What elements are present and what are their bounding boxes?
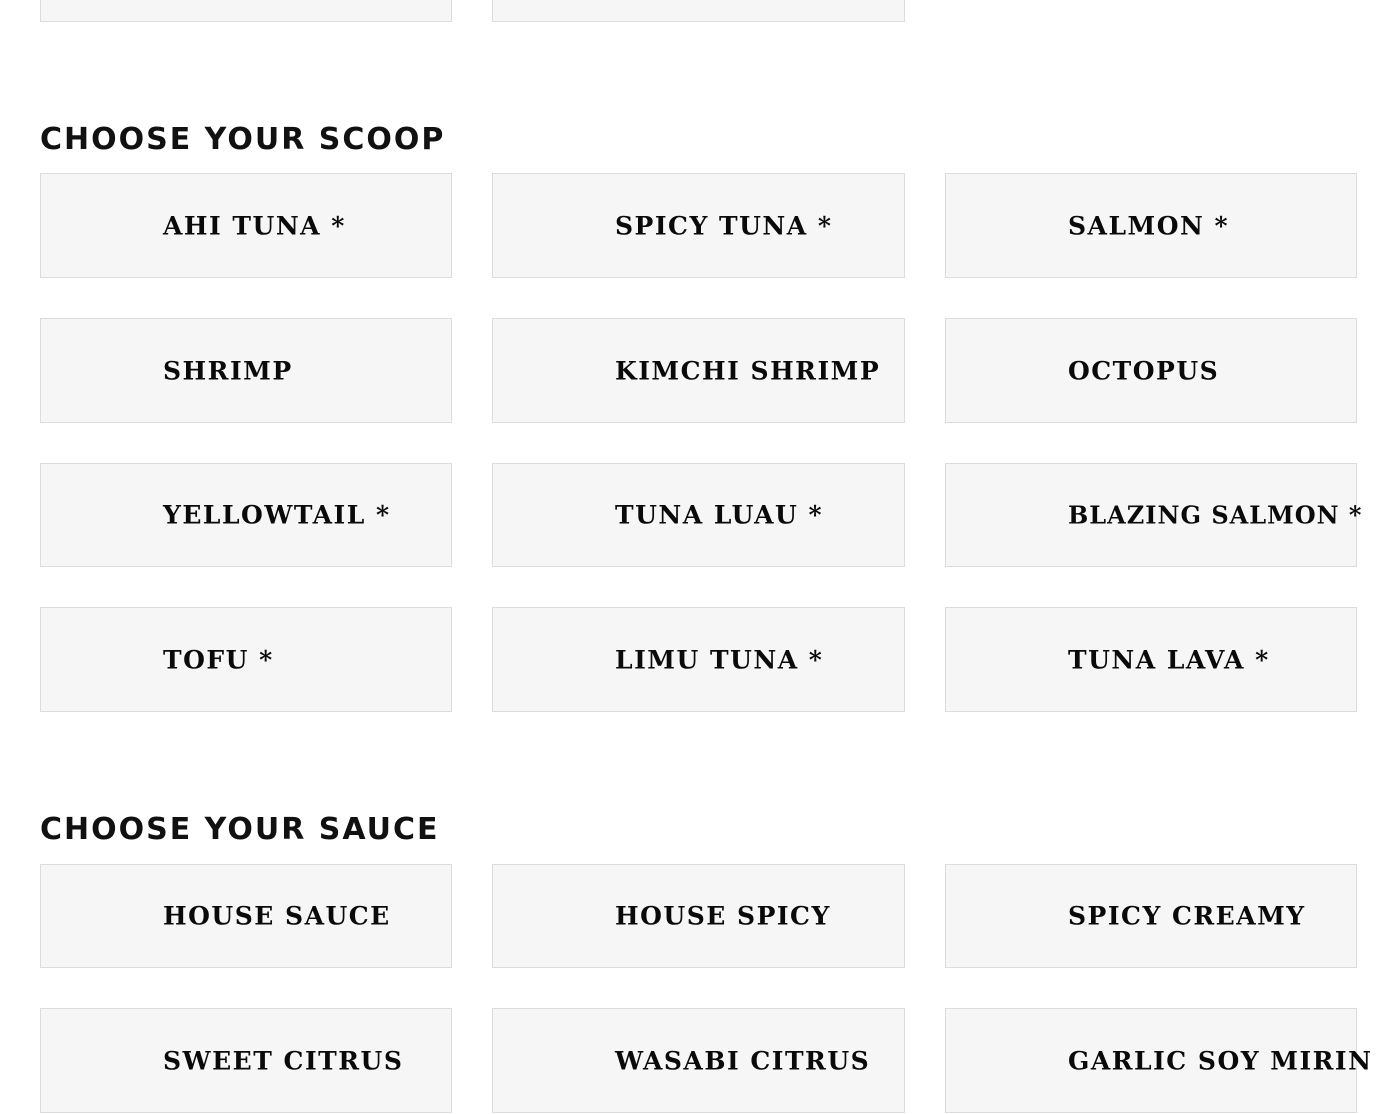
sauce-option-house-spicy[interactable]: HOUSE SPICY bbox=[492, 864, 905, 968]
scoop-option-yellowtail[interactable]: YELLOWTAIL * bbox=[40, 463, 452, 567]
sauce-option-garlic-soy-mirin[interactable]: GARLIC SOY MIRIN bbox=[945, 1008, 1371, 1113]
option-label: BLAZING SALMON * bbox=[1068, 500, 1363, 530]
option-label: SPICY TUNA * bbox=[615, 211, 833, 240]
scoop-option-tuna-luau[interactable]: TUNA LUAU * bbox=[492, 463, 905, 567]
option-label: AHI TUNA * bbox=[163, 211, 346, 240]
option-label: SWEET CITRUS bbox=[163, 1046, 404, 1075]
scoop-option-shrimp[interactable]: SHRIMP bbox=[40, 318, 452, 423]
option-label: TOFU * bbox=[163, 645, 274, 674]
option-label: HOUSE SPICY bbox=[615, 901, 831, 931]
option-label: WASABI CITRUS bbox=[615, 1046, 871, 1075]
sauce-option-sweet-citrus[interactable]: SWEET CITRUS bbox=[40, 1008, 452, 1113]
scoop-section-title: CHOOSE YOUR SCOOP bbox=[40, 122, 446, 157]
scoop-option-limu-tuna[interactable]: LIMU TUNA * bbox=[492, 607, 905, 712]
option-label: TUNA LUAU * bbox=[615, 500, 824, 530]
scoop-option-kimchi-shrimp[interactable]: KIMCHI SHRIMP bbox=[492, 318, 905, 423]
option-label: KIMCHI SHRIMP bbox=[615, 356, 881, 385]
option-label: SALMON * bbox=[1068, 211, 1230, 240]
scoop-option-spicy-tuna[interactable]: SPICY TUNA * bbox=[492, 173, 905, 278]
previous-section-option-card[interactable] bbox=[492, 0, 905, 22]
scoop-option-blazing-salmon[interactable]: BLAZING SALMON * bbox=[945, 463, 1361, 567]
option-label: SHRIMP bbox=[163, 356, 293, 385]
scoop-option-octopus[interactable]: OCTOPUS bbox=[945, 318, 1357, 423]
sauce-section-title: CHOOSE YOUR SAUCE bbox=[40, 812, 440, 847]
option-label: HOUSE SAUCE bbox=[163, 901, 391, 931]
option-label: GARLIC SOY MIRIN bbox=[1068, 1046, 1373, 1075]
option-label: YELLOWTAIL * bbox=[163, 500, 391, 530]
option-label: OCTOPUS bbox=[1068, 356, 1220, 385]
previous-section-option-card[interactable] bbox=[40, 0, 452, 22]
option-label: TUNA LAVA * bbox=[1068, 645, 1270, 674]
sauce-option-spicy-creamy[interactable]: SPICY CREAMY bbox=[945, 864, 1357, 968]
sauce-option-wasabi-citrus[interactable]: WASABI CITRUS bbox=[492, 1008, 905, 1113]
option-label: LIMU TUNA * bbox=[615, 645, 824, 674]
scoop-option-salmon[interactable]: SALMON * bbox=[945, 173, 1357, 278]
scoop-option-ahi-tuna[interactable]: AHI TUNA * bbox=[40, 173, 452, 278]
sauce-option-house-sauce[interactable]: HOUSE SAUCE bbox=[40, 864, 452, 968]
scoop-option-tuna-lava[interactable]: TUNA LAVA * bbox=[945, 607, 1357, 712]
scoop-option-tofu[interactable]: TOFU * bbox=[40, 607, 452, 712]
option-label: SPICY CREAMY bbox=[1068, 901, 1306, 931]
